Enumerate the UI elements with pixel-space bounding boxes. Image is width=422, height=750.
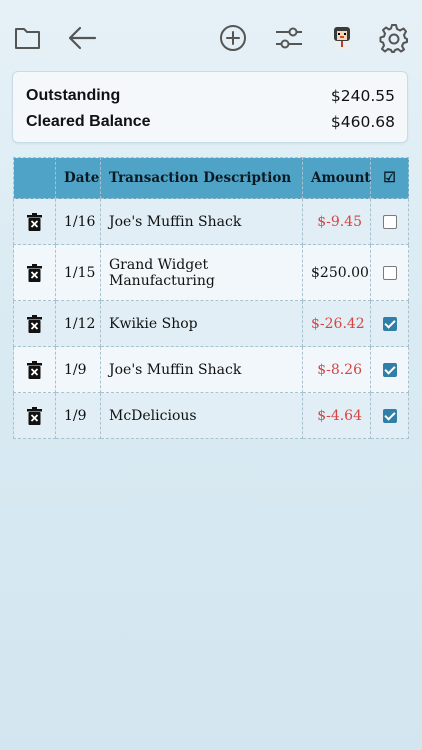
date-cell: 1/15 — [55, 244, 101, 301]
delete-cell — [13, 300, 56, 347]
header-amount[interactable]: Amount — [302, 157, 371, 199]
cleared-cell — [370, 392, 409, 439]
table-row[interactable]: 1/9 Joe's Muffin Shack $-8.26 — [13, 346, 409, 393]
delete-cell — [13, 244, 56, 301]
table-row[interactable]: 1/9 McDelicious $-4.64 — [13, 392, 409, 439]
header-cleared[interactable]: ☑ — [370, 157, 409, 199]
amount-cell: $-26.42 — [302, 300, 371, 347]
trash-icon[interactable] — [27, 406, 42, 425]
cleared-cell — [370, 198, 409, 245]
cleared-balance-row: Cleared Balance $460.68 — [26, 110, 395, 134]
header-delete — [13, 157, 56, 199]
date-cell: 1/9 — [55, 346, 101, 393]
trash-icon[interactable] — [27, 314, 42, 333]
description-cell: Grand Widget Manufacturing — [100, 244, 303, 301]
description-cell: Kwikie Shop — [100, 300, 303, 347]
toolbar — [0, 0, 422, 76]
table-row[interactable]: 1/15 Grand Widget Manufacturing $250.00 — [13, 244, 409, 301]
cleared-cell — [370, 300, 409, 347]
table-row[interactable]: 1/16 Joe's Muffin Shack $-9.45 — [13, 198, 409, 245]
transactions-table: Date Transaction Description Amount ☑ 1/… — [13, 157, 409, 439]
outstanding-value: $240.55 — [330, 87, 395, 105]
amount-cell: $-8.26 — [302, 346, 371, 393]
description-cell: Joe's Muffin Shack — [100, 198, 303, 245]
avatar[interactable] — [324, 20, 360, 56]
cleared-balance-label: Cleared Balance — [26, 113, 151, 130]
trash-icon[interactable] — [27, 212, 42, 231]
header-description[interactable]: Transaction Description — [100, 157, 303, 199]
folder-icon[interactable] — [10, 20, 46, 56]
date-cell: 1/12 — [55, 300, 101, 347]
description-cell: McDelicious — [100, 392, 303, 439]
delete-cell — [13, 346, 56, 393]
date-cell: 1/16 — [55, 198, 101, 245]
cleared-checkbox[interactable] — [382, 214, 397, 229]
header-date[interactable]: Date — [55, 157, 101, 199]
cleared-checkbox[interactable] — [382, 408, 397, 423]
balance-summary-card: Outstanding $240.55 Cleared Balance $460… — [12, 71, 408, 143]
add-circle-icon[interactable] — [215, 20, 251, 56]
gear-icon[interactable] — [376, 20, 412, 56]
cleared-checkbox[interactable] — [382, 265, 397, 280]
amount-cell: $-4.64 — [302, 392, 371, 439]
table-row[interactable]: 1/12 Kwikie Shop $-26.42 — [13, 300, 409, 347]
cleared-cell — [370, 346, 409, 393]
date-cell: 1/9 — [55, 392, 101, 439]
outstanding-label: Outstanding — [26, 87, 121, 104]
cleared-cell — [370, 244, 409, 301]
cleared-checkbox[interactable] — [382, 362, 397, 377]
description-cell: Joe's Muffin Shack — [100, 346, 303, 393]
delete-cell — [13, 392, 56, 439]
amount-cell: $250.00 — [302, 244, 371, 301]
cleared-balance-value: $460.68 — [330, 113, 395, 131]
table-header-row: Date Transaction Description Amount ☑ — [13, 157, 409, 199]
amount-cell: $-9.45 — [302, 198, 371, 245]
trash-icon[interactable] — [27, 360, 42, 379]
sliders-icon[interactable] — [271, 20, 307, 56]
trash-icon[interactable] — [27, 263, 42, 282]
back-arrow-icon[interactable] — [64, 20, 100, 56]
outstanding-row: Outstanding $240.55 — [26, 84, 395, 108]
delete-cell — [13, 198, 56, 245]
cleared-checkbox[interactable] — [382, 316, 397, 331]
